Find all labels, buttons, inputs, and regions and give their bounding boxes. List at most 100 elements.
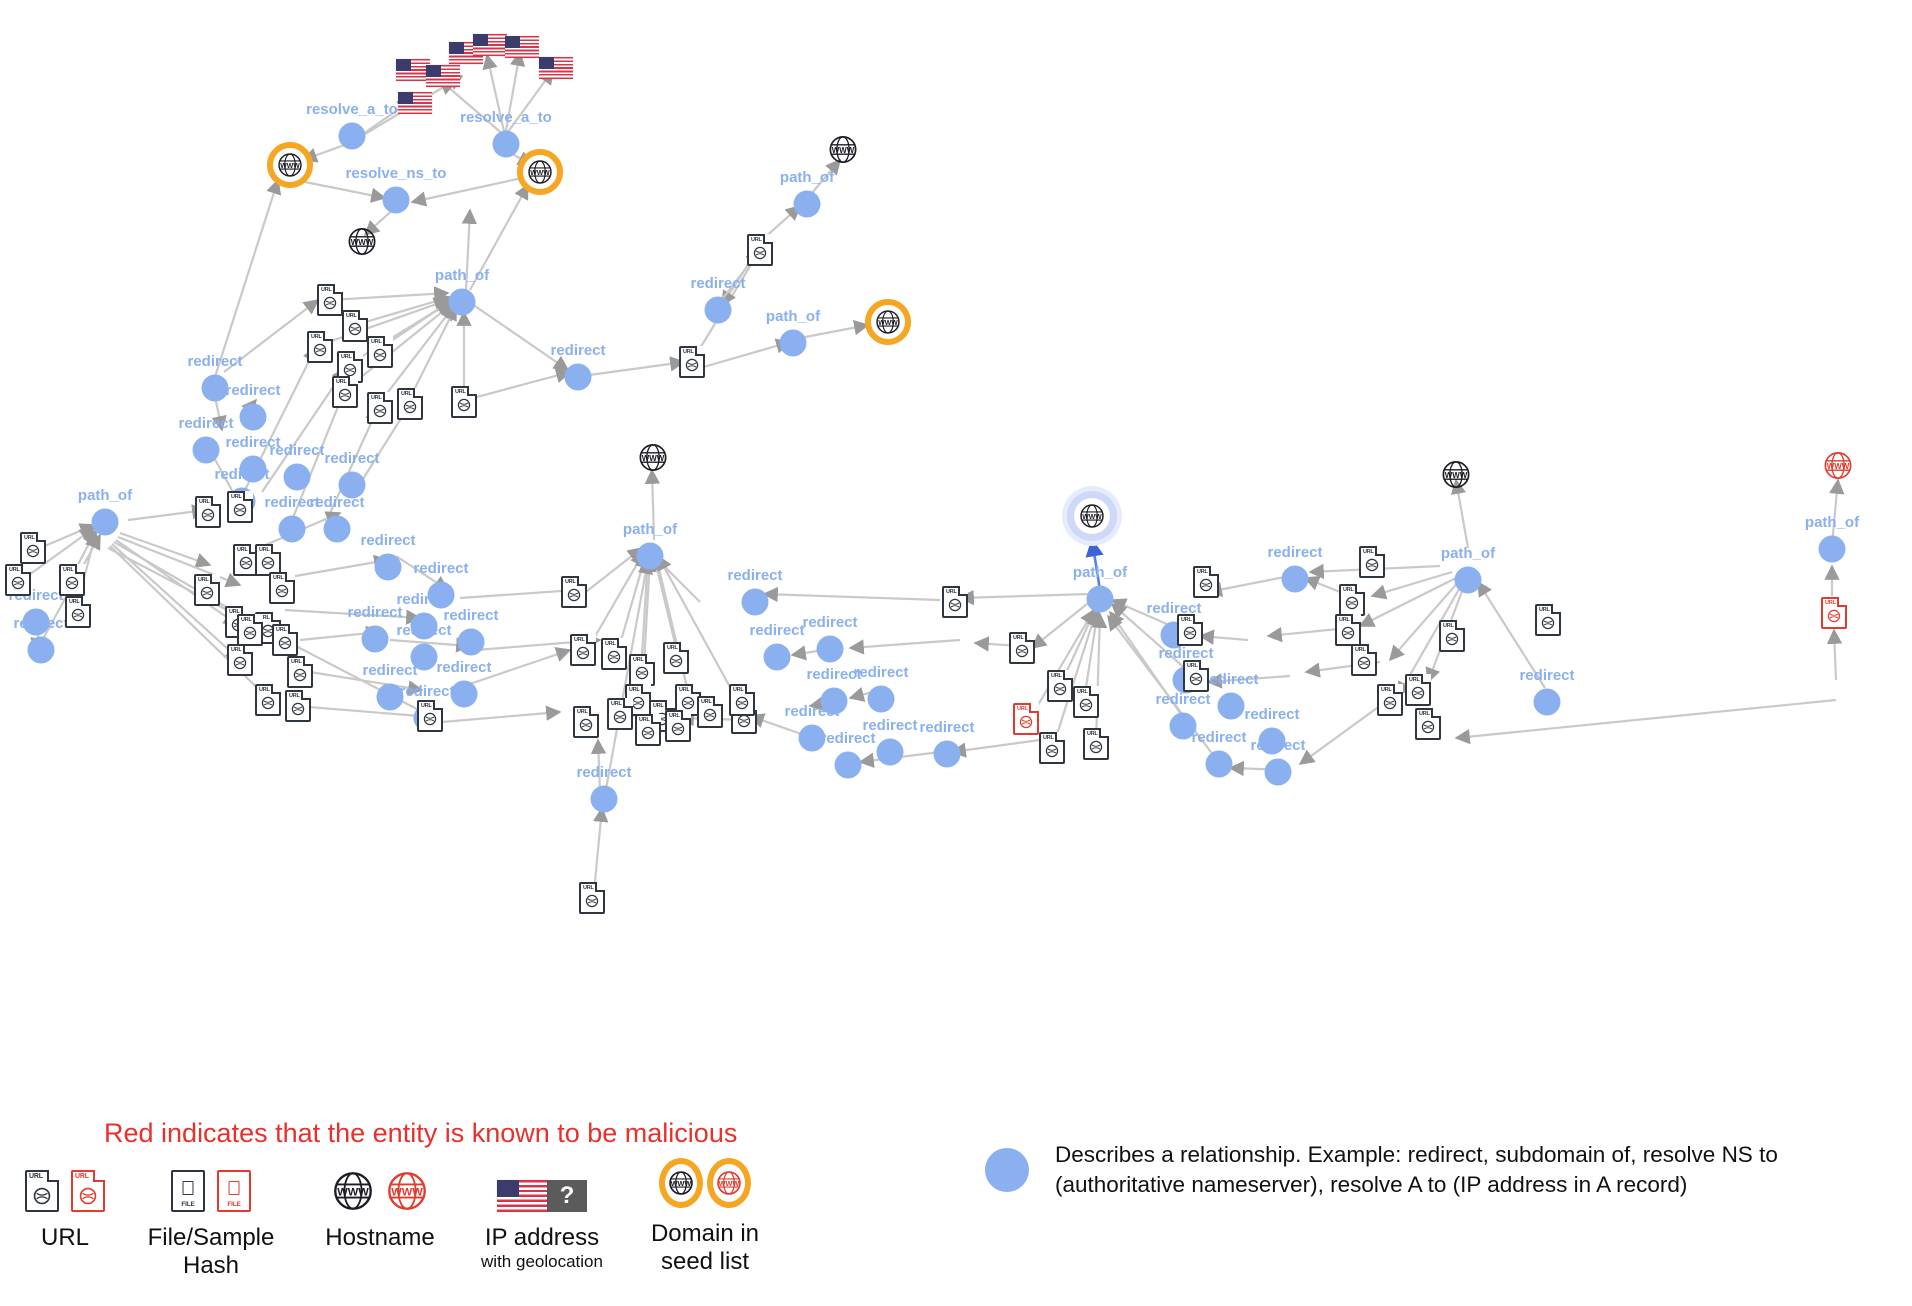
url-node[interactable]: URL [729,683,756,716]
url-node[interactable]: URL [417,699,444,732]
relationship-node[interactable] [820,687,848,715]
relationship-node[interactable] [779,329,807,357]
hostname-node-malicious[interactable]: WWW [1823,451,1853,486]
url-node[interactable]: URL [272,623,299,656]
url-node[interactable]: URL [227,643,254,676]
url-node[interactable]: URL [1405,673,1432,706]
relationship-node[interactable] [374,553,402,581]
relationship-node[interactable] [1818,535,1846,563]
relationship-node[interactable] [278,515,306,543]
relationship-node[interactable] [1533,688,1561,716]
url-node[interactable]: URL [255,683,282,716]
seed-domain-node[interactable]: WWW [267,142,313,188]
relationship-node[interactable] [816,635,844,663]
ip-address-node[interactable] [473,34,507,56]
relationship-node[interactable] [564,363,592,391]
relationship-node[interactable] [492,130,520,158]
url-node[interactable]: URL [59,563,86,596]
url-node-malicious[interactable]: URL [1013,702,1040,735]
hostname-node[interactable]: WWW [638,443,668,478]
ip-address-node[interactable] [539,57,573,79]
relationship-node[interactable] [361,625,389,653]
relationship-node[interactable] [590,785,618,813]
relationship-node[interactable] [867,685,895,713]
relationship-node[interactable] [410,612,438,640]
url-node[interactable]: URL [367,391,394,424]
relationship-node[interactable] [1169,712,1197,740]
url-node[interactable]: URL [561,575,588,608]
url-node[interactable]: URL [195,495,222,528]
relationship-node[interactable] [704,296,732,324]
url-node[interactable]: URL [307,330,334,363]
relationship-node[interactable] [1264,758,1292,786]
relationship-node[interactable] [1258,727,1286,755]
url-node[interactable]: URL [1193,565,1220,598]
relationship-node[interactable] [763,643,791,671]
url-node[interactable]: URL [1377,683,1404,716]
url-node[interactable]: URL [451,385,478,418]
url-node[interactable]: URL [332,375,359,408]
relationship-node[interactable] [450,680,478,708]
url-node[interactable]: URL [1359,545,1386,578]
seed-domain-node[interactable]: WWW [517,149,563,195]
url-node[interactable]: URL [194,573,221,606]
url-node[interactable]: URL [285,689,312,722]
url-node[interactable]: URL [397,387,424,420]
relationship-node[interactable] [793,190,821,218]
relationship-node[interactable] [933,740,961,768]
url-node[interactable]: URL [269,571,296,604]
url-node[interactable]: URL [1039,731,1066,764]
url-node[interactable]: URL [579,881,606,914]
url-node[interactable]: URL [1073,685,1100,718]
relationship-node[interactable] [323,515,351,543]
url-node[interactable]: URL [20,531,47,564]
ip-address-node[interactable] [505,36,539,58]
ip-address-node[interactable] [426,65,460,87]
hostname-node-selected[interactable]: WWW [1067,491,1117,541]
relationship-node[interactable] [239,403,267,431]
hostname-node[interactable]: WWW [1441,460,1471,495]
relationship-node[interactable] [338,471,366,499]
relationship-node[interactable] [427,581,455,609]
url-node[interactable]: URL [635,713,662,746]
url-node[interactable]: URL [65,595,92,628]
relationship-node[interactable] [239,455,267,483]
relationship-node[interactable] [192,436,220,464]
url-node[interactable]: URL [1183,659,1210,692]
url-node[interactable]: URL [1009,631,1036,664]
url-node[interactable]: URL [1415,707,1442,740]
relationship-node[interactable] [91,508,119,536]
url-node[interactable]: URL [1047,669,1074,702]
url-node[interactable]: URL [629,653,656,686]
url-node[interactable]: URL [1335,613,1362,646]
relationship-node[interactable] [1454,566,1482,594]
relationship-node[interactable] [410,643,438,671]
url-node[interactable]: URL [1339,583,1366,616]
url-node[interactable]: URL [607,697,634,730]
url-node[interactable]: URL [1351,643,1378,676]
url-node[interactable]: URL [1535,603,1562,636]
url-node[interactable]: URL [697,695,724,728]
url-node[interactable]: URL [317,283,344,316]
network-graph-canvas[interactable]: resolve_a_to resolve_a_to resolve_ns_to pat… [0,0,1912,1306]
url-node[interactable]: URL [5,563,32,596]
ip-address-node[interactable] [396,59,430,81]
relationship-node[interactable] [283,463,311,491]
url-node[interactable]: URL [237,613,264,646]
url-node[interactable]: URL [227,490,254,523]
url-node[interactable]: URL [570,633,597,666]
relationship-node[interactable] [1086,585,1114,613]
relationship-node[interactable] [201,374,229,402]
url-node[interactable]: URL [747,233,774,266]
url-node[interactable]: URL [663,641,690,674]
url-node[interactable]: URL [1439,619,1466,652]
relationship-node[interactable] [1281,565,1309,593]
url-node-malicious[interactable]: URL [1821,596,1848,629]
url-node[interactable]: URL [1083,727,1110,760]
hostname-node[interactable]: WWW [347,227,377,262]
relationship-node[interactable] [636,542,664,570]
relationship-node[interactable] [741,588,769,616]
url-node[interactable]: URL [601,637,628,670]
url-node[interactable]: URL [679,345,706,378]
url-node[interactable]: URL [942,585,969,618]
